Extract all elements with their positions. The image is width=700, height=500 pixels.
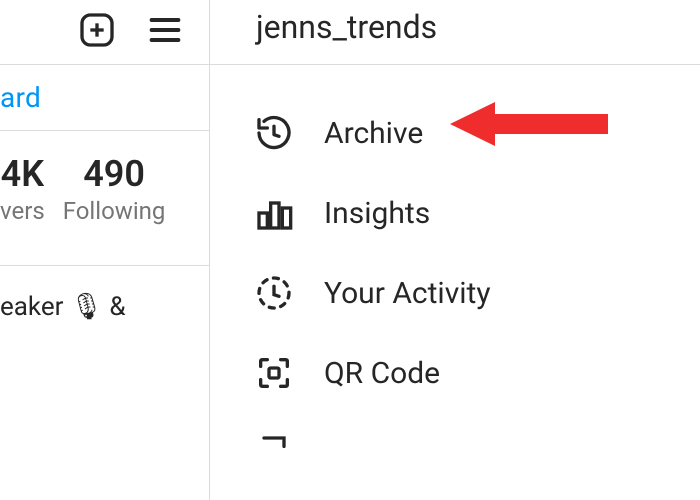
insights-label: Insights — [324, 196, 430, 231]
menu-item-activity[interactable]: Your Activity — [210, 253, 700, 333]
settings-menu-panel: jenns_trends Archive Insights — [210, 0, 700, 500]
menu-item-insights[interactable]: Insights — [210, 173, 700, 253]
history-icon — [252, 111, 296, 155]
settings-menu: Archive Insights Your Activity — [210, 65, 700, 493]
menu-item-archive[interactable]: Archive — [210, 93, 700, 173]
dashboard-row[interactable]: ard — [0, 64, 209, 130]
menu-item-saved[interactable] — [210, 413, 700, 493]
menu-header-username: jenns_trends — [210, 0, 700, 65]
activity-icon — [252, 271, 296, 315]
profile-panel: ard 4K vers 490 Following eaker 🎙 & — [0, 0, 210, 500]
followers-value: 4K — [0, 155, 45, 195]
following-label: Following — [63, 197, 166, 225]
top-bar-icons — [0, 4, 209, 64]
qr-label: QR Code — [324, 356, 440, 391]
menu-item-qr[interactable]: QR Code — [210, 333, 700, 413]
qr-icon — [252, 351, 296, 395]
followers-label: vers — [0, 197, 45, 225]
saved-icon — [252, 431, 296, 475]
following-value: 490 — [63, 155, 166, 195]
hamburger-menu-icon[interactable] — [145, 10, 185, 50]
profile-stats: 4K vers 490 Following — [0, 130, 209, 225]
archive-label: Archive — [324, 116, 423, 151]
activity-label: Your Activity — [324, 276, 491, 311]
dashboard-link-text: ard — [0, 81, 41, 114]
create-post-icon[interactable] — [77, 10, 117, 50]
stat-following[interactable]: 490 Following — [63, 155, 166, 225]
bio-text: eaker 🎙 & — [0, 265, 209, 322]
stat-followers[interactable]: 4K vers — [0, 155, 45, 225]
chart-icon — [252, 191, 296, 235]
